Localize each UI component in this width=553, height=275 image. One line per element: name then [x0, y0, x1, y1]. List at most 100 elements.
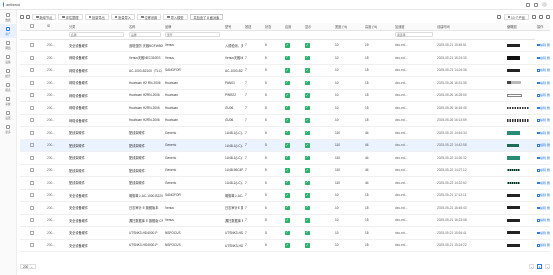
enabled-checkbox[interactable]: ✓: [285, 193, 290, 198]
row-checkbox[interactable]: [30, 80, 34, 85]
row-checkbox[interactable]: [30, 243, 34, 248]
enabled-checkbox[interactable]: ✓: [285, 55, 290, 60]
delete-link[interactable]: 删: [547, 181, 550, 185]
enabled-checkbox[interactable]: ✓: [285, 105, 290, 110]
delete-link[interactable]: 删: [547, 168, 550, 172]
column-header[interactable]: 品牌: [163, 23, 223, 31]
delete-link[interactable]: 删: [547, 118, 550, 122]
visible-checkbox[interactable]: ✓: [305, 68, 310, 73]
edit-link[interactable]: 编辑: [540, 181, 546, 185]
enabled-checkbox[interactable]: ✓: [285, 118, 290, 123]
table-row[interactable]: 200... 网络设备硬件 Huahuan H2RN-2006 Huahuan GU06…: [20, 114, 550, 127]
table-row[interactable]: 200... 网络设备硬件 Huahuan H2RN-2006 Huahuan PWR2…: [20, 89, 550, 102]
column-header[interactable]: 高度 (%): [363, 23, 393, 31]
refresh-icon[interactable]: [26, 15, 30, 19]
edit-link[interactable]: 编辑: [540, 43, 546, 47]
delete-link[interactable]: 删: [547, 68, 550, 72]
row-checkbox[interactable]: [30, 105, 34, 110]
table-row[interactable]: 200... 网络设备硬件 AC-1000-B2100（TLC） SANGFOR AC-…: [20, 64, 550, 77]
table-row[interactable]: 200... 配线架硬件 配线架硬件 Generic 1U48-96C4P 7 5 ✓ ✓ 110…: [20, 164, 550, 177]
device-thumbnail[interactable]: [507, 55, 520, 60]
edit-link[interactable]: 编辑: [540, 206, 546, 210]
delete-link[interactable]: 删: [547, 106, 550, 110]
device-thumbnail[interactable]: [507, 143, 519, 148]
device-thumbnail[interactable]: [507, 155, 520, 160]
row-checkbox[interactable]: [30, 193, 34, 198]
row-checkbox[interactable]: [30, 205, 34, 210]
edit-link[interactable]: 编辑: [540, 131, 546, 135]
edit-link[interactable]: 编辑: [540, 56, 546, 60]
visible-checkbox[interactable]: ✓: [305, 243, 310, 248]
enabled-checkbox[interactable]: ✓: [285, 93, 290, 98]
edit-link[interactable]: 编辑: [540, 68, 546, 72]
enabled-checkbox[interactable]: ✓: [285, 168, 290, 173]
row-checkbox[interactable]: [30, 130, 34, 135]
table-row[interactable]: 200...配线架硬件配线架硬件Generic1U48-1(LC)-集75✓✓1…: [20, 126, 550, 140]
sidebar-item[interactable]: 报表: [0, 80, 16, 94]
row-checkbox[interactable]: [30, 43, 34, 48]
sidebar-item[interactable]: 系统: [0, 94, 16, 108]
delete-link[interactable]: 删: [547, 143, 550, 147]
model-filter[interactable]: 型号: [165, 32, 220, 37]
column-header[interactable]: 分类: [67, 23, 127, 31]
visible-checkbox[interactable]: ✓: [305, 180, 310, 185]
row-checkbox[interactable]: [30, 118, 34, 123]
column-settings-icon[interactable]: [532, 15, 536, 19]
enabled-checkbox[interactable]: ✓: [285, 155, 290, 160]
device-thumbnail[interactable]: [507, 106, 529, 110]
delete-link[interactable]: 删: [547, 156, 550, 160]
table-row[interactable]: 200...配线架硬件配线架硬件Generic1U48-1(LC)-集75✓✓1…: [20, 139, 550, 152]
row-checkbox[interactable]: [30, 68, 34, 73]
edit-link[interactable]: 编辑: [540, 106, 546, 110]
sidebar-item[interactable]: 设备: [0, 52, 16, 66]
table-row[interactable]: 200... 网络设备硬件 Venus天融NEC310ES Venus Venus天融N…: [20, 51, 550, 65]
search-toggle-icon[interactable]: [546, 15, 550, 19]
column-header[interactable]: 启用: [283, 23, 303, 31]
delete-link[interactable]: 删: [547, 43, 550, 47]
created-filter[interactable]: 请选择: [395, 32, 433, 37]
device-thumbnail[interactable]: [507, 243, 520, 247]
toolbar-button[interactable]: 评估整理: [58, 14, 83, 20]
page-size-select[interactable]: 200 ⌄: [20, 263, 36, 270]
enabled-checkbox[interactable]: ✓: [285, 205, 290, 210]
row-checkbox[interactable]: [30, 168, 34, 173]
row-checkbox[interactable]: [30, 180, 34, 185]
current-page[interactable]: 1: [537, 264, 542, 269]
visible-checkbox[interactable]: ✓: [305, 230, 310, 235]
edit-link[interactable]: 编辑: [540, 93, 546, 97]
enabled-checkbox[interactable]: ✓: [285, 180, 290, 185]
column-header[interactable]: 状态: [263, 23, 283, 31]
edit-link[interactable]: 编辑: [540, 118, 546, 122]
delete-link[interactable]: 删: [547, 56, 550, 60]
table-row[interactable]: 200... 网络设备硬件 Huahuan H2 RN-2006 Huahuan PAN…: [20, 76, 550, 90]
column-header[interactable]: 按钮: [243, 23, 263, 31]
table-row[interactable]: 200...安全设备硬件日志审计 E 旗舰版本Venus日志审计E 旗舰版-集卡…: [20, 201, 550, 215]
visible-checkbox[interactable]: ✓: [305, 218, 310, 223]
visible-checkbox[interactable]: ✓: [305, 205, 310, 210]
device-thumbnail[interactable]: [507, 43, 520, 47]
avatar[interactable]: [542, 2, 547, 7]
visible-checkbox[interactable]: ✓: [305, 55, 310, 60]
density-icon[interactable]: [539, 15, 543, 19]
enabled-checkbox[interactable]: ✓: [285, 68, 290, 73]
device-thumbnail[interactable]: [507, 169, 520, 172]
toolbar-button[interactable]: 批量导入: [110, 14, 135, 20]
device-thumbnail[interactable]: [507, 81, 521, 85]
visible-checkbox[interactable]: ✓: [305, 168, 310, 173]
device-thumbnail[interactable]: [507, 93, 522, 97]
row-checkbox[interactable]: [30, 218, 34, 223]
name-filter[interactable]: 名称: [69, 32, 124, 37]
column-header[interactable]: 显示: [303, 23, 333, 31]
device-thumbnail[interactable]: [507, 181, 520, 184]
edit-link[interactable]: 编辑: [540, 168, 546, 172]
fullscreen-icon[interactable]: [526, 2, 530, 7]
delete-link[interactable]: 删: [547, 206, 550, 210]
delete-link[interactable]: 删: [547, 93, 550, 97]
enabled-checkbox[interactable]: ✓: [285, 130, 290, 135]
toolbar-button[interactable]: 导入模型: [163, 14, 188, 20]
reload-icon[interactable]: [496, 15, 501, 19]
sidebar-item[interactable]: 资产: [0, 24, 16, 38]
visible-checkbox[interactable]: ✓: [305, 105, 310, 110]
delete-link[interactable]: 删: [547, 81, 550, 85]
edit-link[interactable]: 编辑: [540, 243, 546, 247]
